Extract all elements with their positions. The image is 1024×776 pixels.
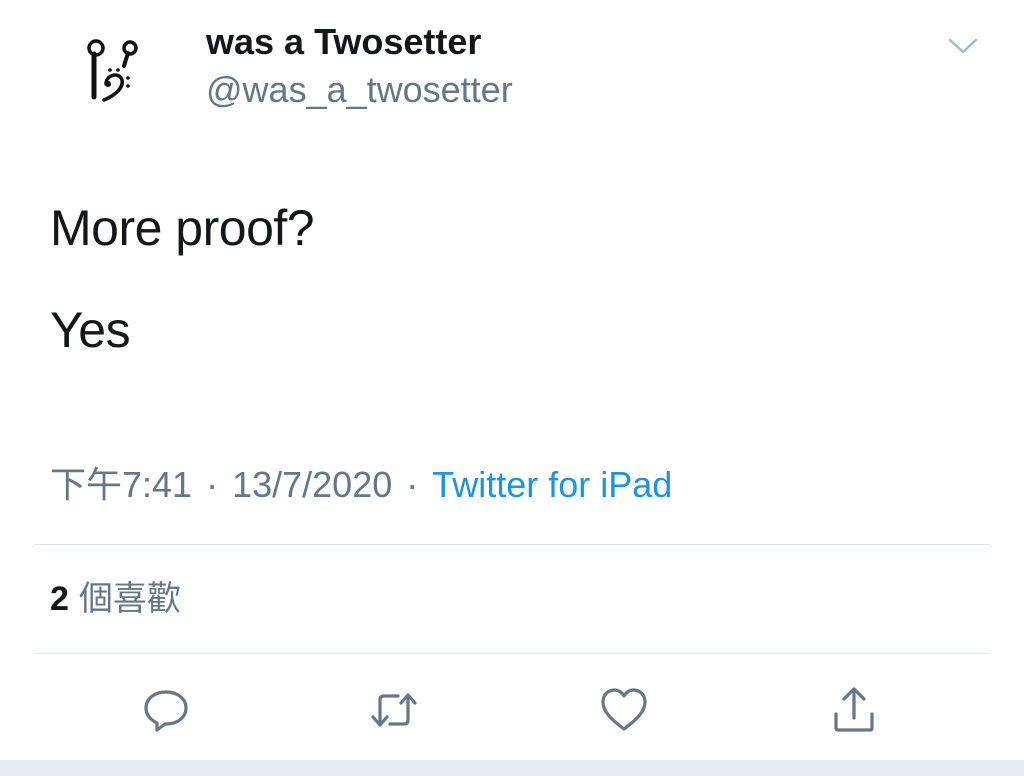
chevron-down-icon: [948, 38, 978, 54]
tweet-menu-button[interactable]: [946, 34, 980, 58]
tweet-time: 下午7:41: [50, 464, 193, 505]
author-display-name[interactable]: was a Twosetter: [206, 20, 481, 64]
heart-icon: [601, 688, 647, 731]
tweet-text-line: More proof?: [50, 200, 315, 256]
avatar[interactable]: [72, 26, 158, 112]
likes-label: 個喜歡: [78, 580, 181, 618]
share-icon: [834, 687, 874, 732]
likes-count: 2: [50, 580, 69, 618]
retweet-icon: [371, 693, 417, 727]
tweet-detail: was a Twosetter @was_a_twosetter More pr…: [0, 0, 1024, 776]
tweet-text-line: Yes: [50, 302, 131, 358]
reply-button[interactable]: [140, 684, 192, 736]
share-button[interactable]: [828, 684, 880, 736]
author-handle[interactable]: @was_a_twosetter: [206, 68, 513, 112]
bottom-separator-bar: [0, 760, 1024, 776]
meta-separator: ·: [206, 464, 219, 505]
tweet-date: 13/7/2020: [232, 464, 393, 505]
tweet-meta: 下午7:41 · 13/7/2020 · Twitter for iPad: [50, 462, 672, 508]
divider: [34, 544, 990, 545]
divider: [34, 653, 990, 654]
reply-icon: [144, 690, 188, 732]
tweet-source-link[interactable]: Twitter for iPad: [432, 464, 672, 505]
retweet-button[interactable]: [368, 684, 420, 736]
likes-stat[interactable]: 2 個喜歡: [50, 576, 181, 622]
musical-earbuds-avatar-icon: [87, 39, 138, 102]
like-button[interactable]: [598, 684, 650, 736]
meta-separator: ·: [406, 464, 419, 505]
